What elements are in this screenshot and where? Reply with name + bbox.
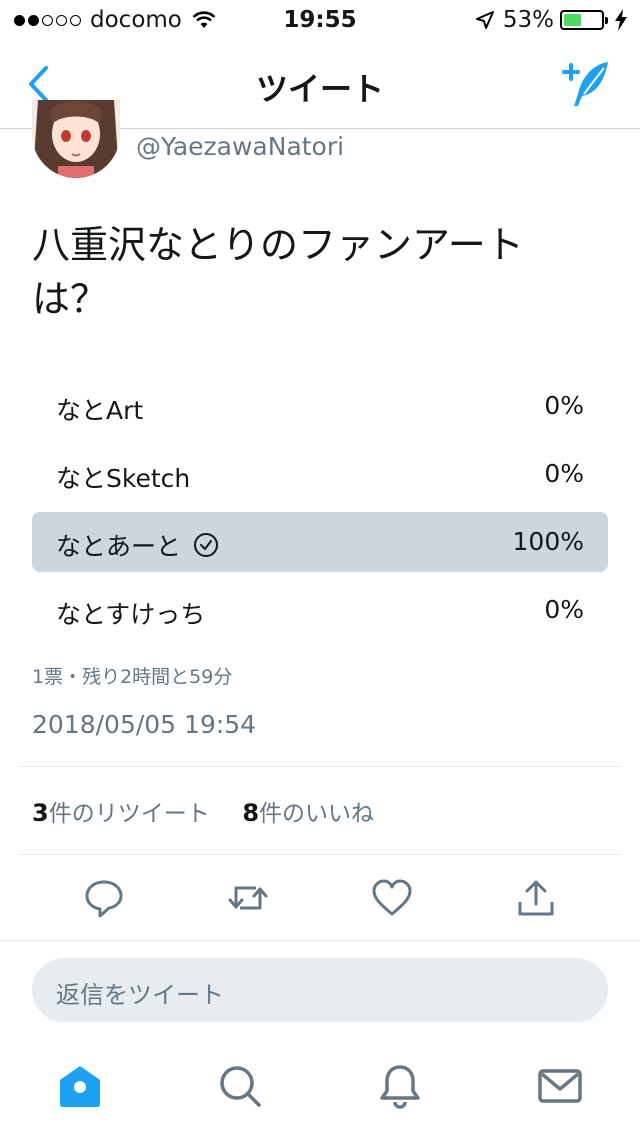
location-arrow-icon xyxy=(475,11,494,29)
status-bar: docomo 19:55 53% xyxy=(0,0,640,40)
retweet-count: 3 xyxy=(32,799,49,827)
battery-fill xyxy=(564,14,582,26)
reply-icon[interactable] xyxy=(82,876,126,920)
divider xyxy=(0,940,640,941)
check-circle-icon xyxy=(194,533,219,557)
like-count: 8 xyxy=(242,799,260,827)
poll-option-text: なとSketch xyxy=(56,464,191,493)
retweet-label: 件のリツイート xyxy=(48,801,210,827)
poll: なとArt 0% なとSketch 0% なとあーと 100% なとすけっち 0… xyxy=(32,376,608,648)
home-icon[interactable] xyxy=(56,1062,104,1110)
divider xyxy=(20,766,620,767)
status-right: 53% xyxy=(475,7,628,33)
poll-option-label: なとすけっち xyxy=(56,595,205,631)
poll-option-percent: 100% xyxy=(512,527,584,556)
retweet-icon[interactable] xyxy=(226,876,270,920)
like-label: 件のいいね xyxy=(259,801,375,827)
avatar[interactable] xyxy=(32,100,120,178)
poll-option-label: なとSketch xyxy=(56,459,190,495)
poll-option-selected: なとあーと 100% xyxy=(32,512,608,572)
tweet-text: 八重沢なとりのファンアート は？ xyxy=(32,218,612,326)
compose-button[interactable] xyxy=(560,58,612,110)
poll-option-label: なとあーと xyxy=(56,527,219,563)
divider xyxy=(20,854,620,855)
share-icon[interactable] xyxy=(514,876,558,920)
tweet-action-bar xyxy=(0,872,640,928)
engagement-stats: 3件のリツイート 8件のいいね xyxy=(32,794,374,828)
poll-option-percent: 0% xyxy=(544,595,584,624)
poll-option-text: なとすけっち xyxy=(56,600,206,629)
poll-option-percent: 0% xyxy=(544,459,584,488)
poll-option-text: なとあーと xyxy=(56,532,182,561)
battery-percent: 53% xyxy=(502,7,554,33)
poll-option-text: なとArt xyxy=(56,396,144,425)
notifications-icon[interactable] xyxy=(376,1062,424,1110)
reply-input[interactable]: 返信をツイート xyxy=(32,958,608,1022)
battery-icon xyxy=(560,10,608,30)
poll-option: なとすけっち 0% xyxy=(32,580,608,640)
poll-meta: 1票・残り2時間と59分 xyxy=(32,666,233,688)
search-icon[interactable] xyxy=(216,1062,264,1110)
poll-option: なとSketch 0% xyxy=(32,444,608,504)
messages-icon[interactable] xyxy=(536,1062,584,1110)
like-icon[interactable] xyxy=(370,876,414,920)
retweet-stat[interactable]: 3件のリツイート xyxy=(32,799,217,827)
poll-option: なとArt 0% xyxy=(32,376,608,436)
tab-bar xyxy=(0,1040,640,1136)
charging-bolt-icon xyxy=(615,9,627,31)
user-handle[interactable]: @YaezawaNatori xyxy=(136,132,344,161)
tweet-timestamp: 2018/05/05 19:54 xyxy=(32,710,257,739)
like-stat[interactable]: 8件のいいね xyxy=(242,799,375,827)
tweet-text-line: は？ xyxy=(32,277,109,321)
poll-option-label: なとArt xyxy=(56,391,143,427)
reply-placeholder: 返信をツイート xyxy=(56,981,224,1009)
tweet-text-line: 八重沢なとりのファンアート xyxy=(32,223,524,267)
poll-option-percent: 0% xyxy=(544,391,584,420)
